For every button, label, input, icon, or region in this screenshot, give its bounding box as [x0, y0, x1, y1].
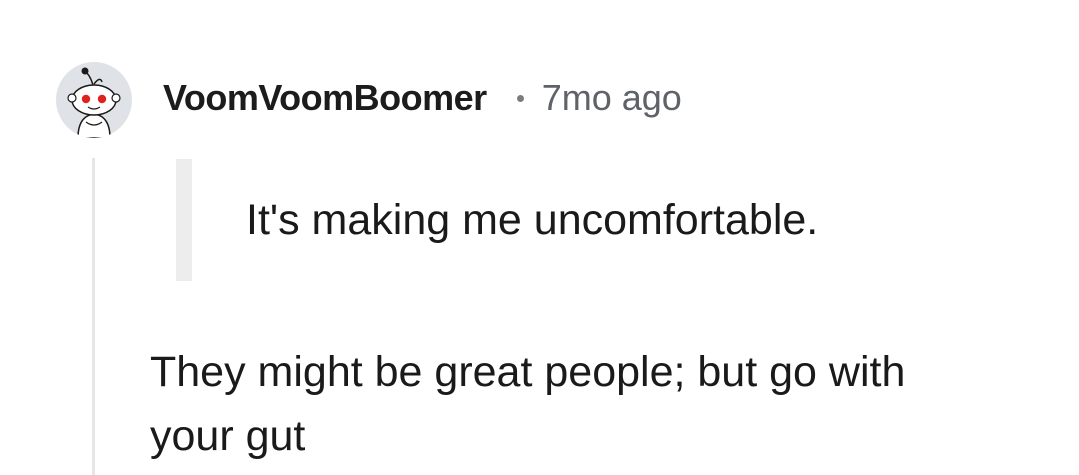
thread-collapse-line[interactable] — [92, 158, 95, 475]
blockquote-text: It's making me uncomfortable. — [246, 196, 819, 244]
comment-meta: VoomVoomBoomer 7mo ago — [163, 76, 682, 120]
comment-body-line: They might be great people; but go with — [150, 348, 906, 396]
comment-timestamp: 7mo ago — [541, 77, 682, 118]
reddit-snoo-avatar-icon — [67, 67, 121, 138]
author-username[interactable]: VoomVoomBoomer — [163, 77, 487, 119]
comment-body-line: your gut — [150, 412, 306, 460]
blockquote-bar — [176, 159, 192, 281]
user-avatar[interactable] — [56, 62, 132, 138]
dot-separator-icon — [516, 94, 524, 102]
comment-body: They might be great people; but go with … — [150, 340, 1030, 468]
